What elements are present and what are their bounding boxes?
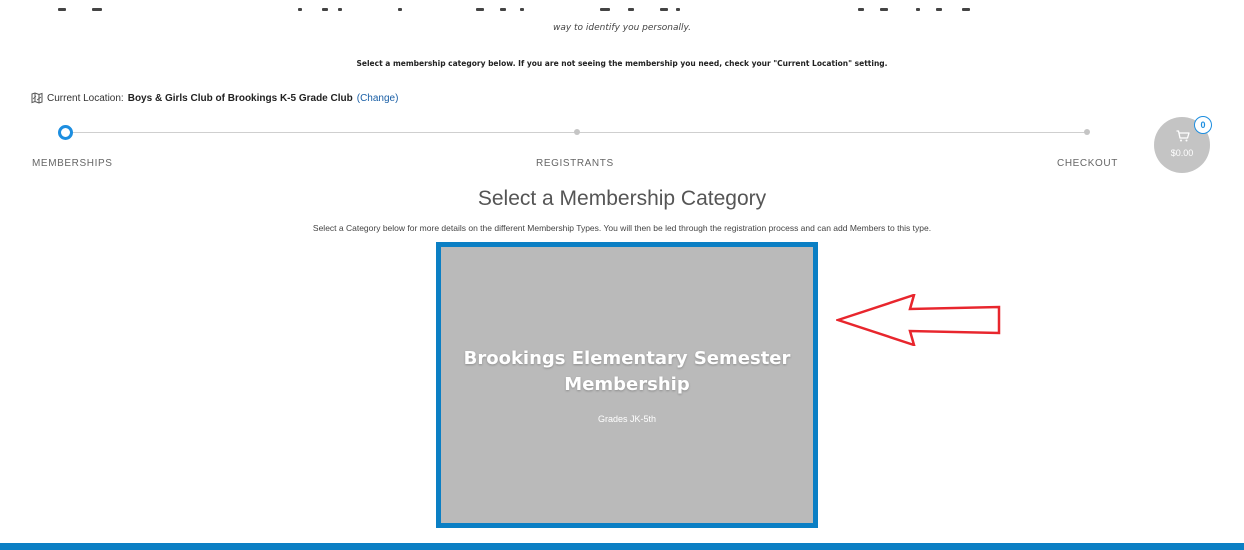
- page-title: Select a Membership Category: [477, 187, 767, 210]
- map-icon: [31, 92, 43, 104]
- step-registrants-indicator: [574, 129, 580, 135]
- category-subtitle: Grades JK-5th: [597, 414, 657, 424]
- current-location: Current Location: Boys & Girls Club of B…: [31, 92, 398, 104]
- footer-bar: [0, 543, 1244, 550]
- page-subtitle: Select a Category below for more details…: [312, 223, 932, 233]
- registration-stepper: MEMBERSHIPS REGISTRANTS CHECKOUT: [0, 118, 1244, 178]
- annotation-arrow-icon: [836, 294, 1001, 346]
- intro-text: way to identify you personally.: [552, 23, 692, 33]
- change-location-link[interactable]: (Change): [357, 93, 399, 104]
- step-memberships-indicator: [58, 125, 73, 140]
- cart-count-badge: 0: [1194, 116, 1212, 134]
- membership-category-card[interactable]: Brookings Elementary Semester Membership…: [436, 242, 818, 528]
- location-name: Boys & Girls Club of Brookings K-5 Grade…: [127, 92, 353, 104]
- membership-notice: Select a membership category below. If y…: [356, 59, 888, 68]
- location-label: Current Location:: [47, 92, 124, 104]
- step-registrants-label: REGISTRANTS: [536, 158, 614, 169]
- step-checkout-indicator: [1084, 129, 1090, 135]
- step-checkout-label: CHECKOUT: [1057, 158, 1118, 169]
- step-memberships-label: MEMBERSHIPS: [32, 158, 113, 169]
- category-title: Brookings Elementary Semester Membership: [463, 348, 791, 395]
- shopping-cart-icon: [1176, 130, 1190, 142]
- cart-button[interactable]: $0.00 0: [1154, 116, 1212, 173]
- cart-total: $0.00: [1170, 148, 1194, 158]
- cropped-text-fragments: [0, 0, 1244, 14]
